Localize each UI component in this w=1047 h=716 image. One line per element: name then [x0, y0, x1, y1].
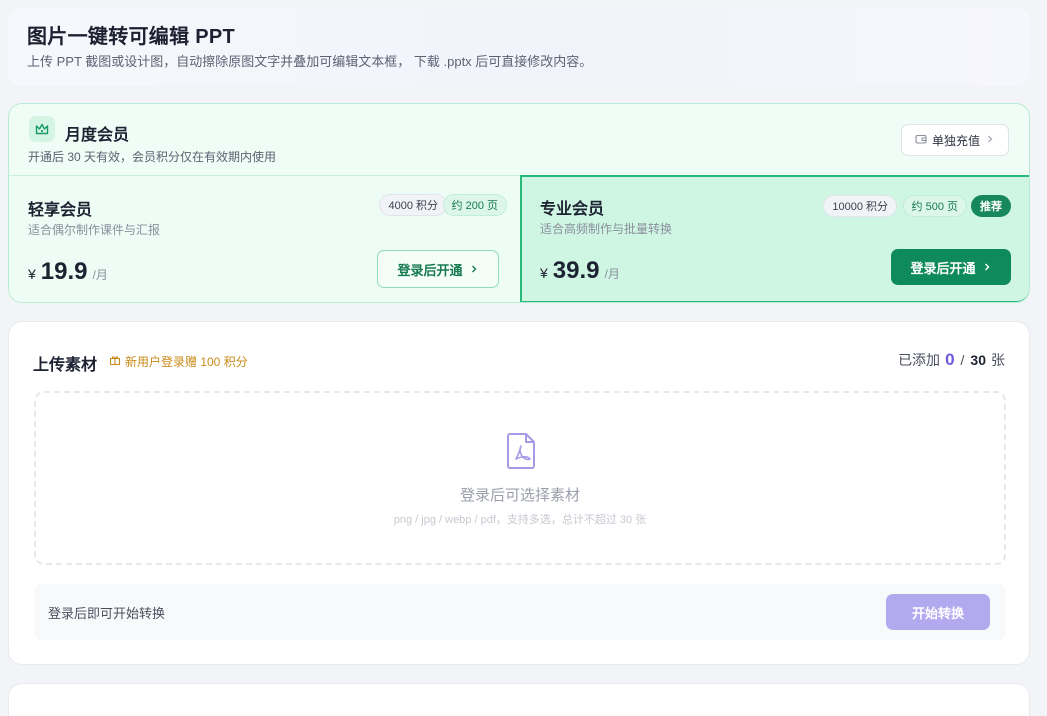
plan-description: 适合高频制作与批量转换	[540, 222, 673, 236]
points-badge: 4000 积分	[379, 194, 447, 216]
counter-separator: /	[960, 352, 965, 368]
price-unit: /月	[604, 267, 620, 281]
recharge-label: 单独充值	[931, 133, 980, 148]
page-header: 图片一键转可编辑 PPT 上传 PPT 截图或设计图，自动擦除原图文字并叠加可编…	[8, 8, 1030, 86]
new-user-gift: 新用户登录赠 100 积分	[109, 353, 248, 370]
membership-title: 月度会员	[65, 127, 130, 144]
file-limit: 30	[970, 352, 986, 368]
crown-icon	[29, 116, 55, 142]
open-light-plan-button[interactable]: 登录后开通	[377, 250, 499, 288]
action-hint: 登录后即可开始转换	[48, 606, 166, 621]
plan-name: 轻享会员	[28, 202, 93, 219]
plan-price: ¥ 19.9 /月	[28, 258, 108, 286]
chevron-right-icon	[985, 133, 995, 147]
gift-text: 新用户登录赠 100 积分	[125, 355, 248, 369]
pages-badge: 约 500 页	[902, 195, 967, 217]
recommend-badge: 推荐	[971, 195, 1011, 217]
currency-symbol: ¥	[540, 265, 548, 281]
upload-dropzone[interactable]: 登录后可选择素材 png / jpg / webp / pdf，支持多选，总计不…	[34, 391, 1006, 565]
plan-card-light[interactable]: 轻享会员 适合偶尔制作课件与汇报 4000 积分 约 200 页 ¥ 19.9 …	[9, 175, 520, 302]
start-conversion-button[interactable]: 开始转换	[886, 594, 990, 630]
dropzone-title: 登录后可选择素材	[459, 487, 580, 504]
price-amount: 19.9	[40, 258, 88, 285]
plan-price: ¥ 39.9 /月	[540, 257, 620, 285]
next-panel	[8, 683, 1030, 716]
file-counter: 已添加 0 / 30 张	[898, 350, 1005, 370]
page-subtitle: 上传 PPT 截图或设计图，自动擦除原图文字并叠加可编辑文本框， 下载 .ppt…	[27, 54, 593, 69]
price-unit: /月	[92, 268, 108, 282]
points-badge: 10000 积分	[823, 195, 897, 217]
pages-badge: 约 200 页	[442, 194, 507, 216]
dropzone-hint: png / jpg / webp / pdf，支持多选，总计不超过 30 张	[393, 514, 647, 526]
upload-panel: 上传素材 新用户登录赠 100 积分 已添加 0 / 30 张 登录后可选择素材…	[8, 321, 1030, 665]
membership-description: 开通后 30 天有效，会员积分仅在有效期内使用	[28, 150, 277, 164]
membership-panel: 月度会员 开通后 30 天有效，会员积分仅在有效期内使用 单独充值 轻享会员 适…	[8, 103, 1030, 303]
file-count: 0	[945, 350, 955, 369]
pdf-file-icon	[506, 432, 538, 475]
price-amount: 39.9	[552, 257, 600, 284]
upload-title: 上传素材	[33, 357, 98, 374]
plan-card-pro[interactable]: 专业会员 适合高频制作与批量转换 10000 积分 约 500 页 推荐 ¥ 3…	[520, 175, 1029, 302]
counter-unit: 张	[991, 352, 1005, 368]
counter-label: 已添加	[898, 352, 941, 368]
button-label: 登录后开通	[397, 262, 463, 278]
conversion-action-bar: 登录后即可开始转换 开始转换	[34, 584, 1006, 640]
recharge-button[interactable]: 单独充值	[901, 124, 1009, 156]
page-title: 图片一键转可编辑 PPT	[27, 26, 236, 48]
plan-description: 适合偶尔制作课件与汇报	[28, 223, 161, 237]
wallet-icon	[915, 133, 927, 148]
open-pro-plan-button[interactable]: 登录后开通	[891, 249, 1011, 285]
button-label: 登录后开通	[910, 260, 976, 276]
chevron-right-icon	[982, 260, 992, 275]
chevron-right-icon	[469, 262, 479, 277]
currency-symbol: ¥	[28, 266, 36, 282]
gift-icon	[109, 354, 121, 369]
plan-name: 专业会员	[540, 201, 605, 218]
